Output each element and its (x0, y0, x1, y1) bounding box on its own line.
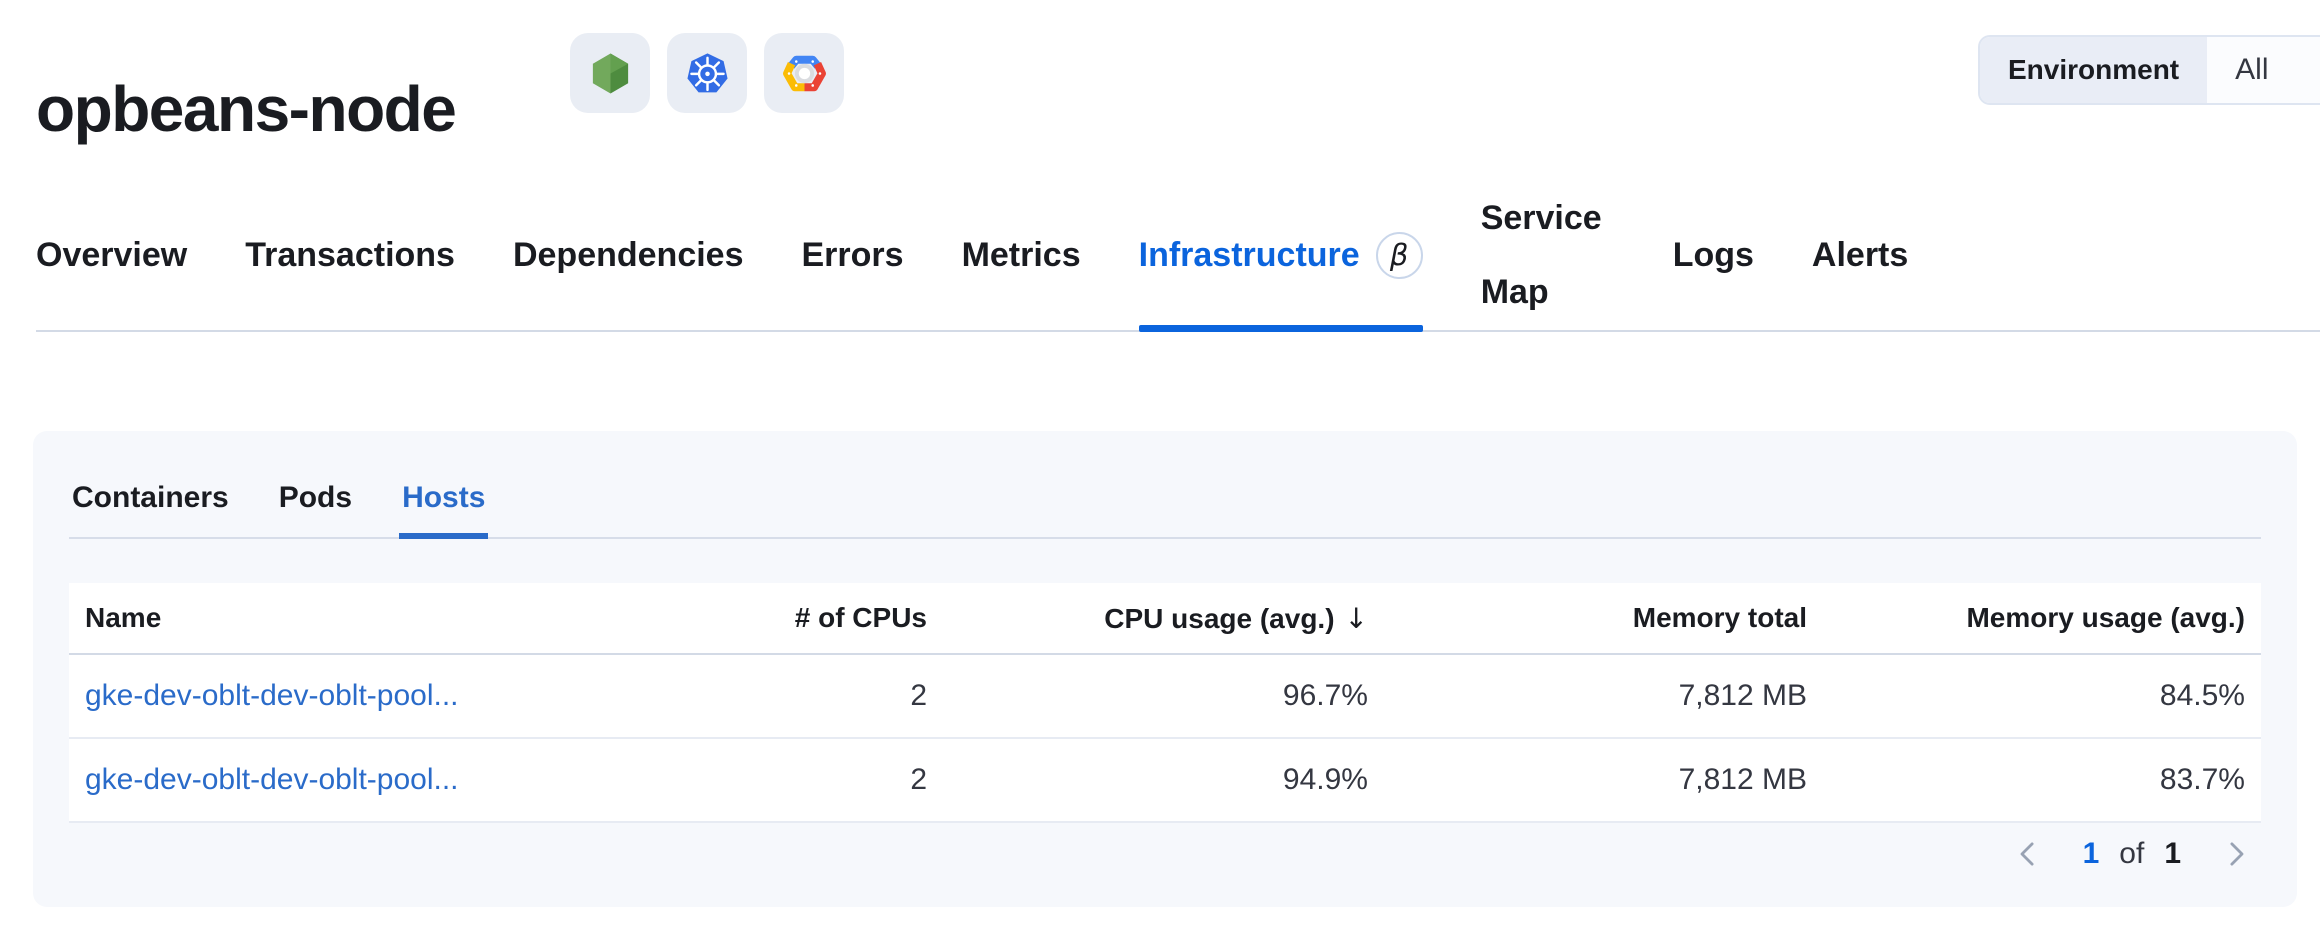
tab-dependencies[interactable]: Dependencies (513, 180, 744, 330)
subtab-containers[interactable]: Containers (69, 481, 232, 537)
infra-sub-tabs: Containers Pods Hosts (69, 481, 2261, 537)
tab-service-map[interactable]: Service Map (1481, 180, 1615, 330)
tab-errors[interactable]: Errors (802, 180, 904, 330)
gcp-icon (764, 33, 844, 113)
cell-cpu-usage: 94.9% (943, 763, 1384, 797)
current-page[interactable]: 1 (2083, 837, 2100, 871)
infrastructure-panel: Containers Pods Hosts Name # of CPUs CPU… (33, 431, 2297, 907)
pagination: 1 of 1 (69, 837, 2261, 871)
next-page-icon[interactable] (2221, 839, 2251, 869)
column-header-name[interactable]: Name (69, 602, 643, 634)
cell-memory-total: 7,812 MB (1384, 763, 1823, 797)
column-header-cpu-usage-label: CPU usage (avg.) (1104, 603, 1334, 634)
cell-cpus: 2 (643, 679, 943, 713)
tab-transactions-label: Transactions (245, 236, 455, 275)
host-link[interactable]: gke-dev-oblt-dev-oblt-pool... (85, 679, 459, 712)
tab-logs-label: Logs (1673, 236, 1754, 275)
page-of-label: of (2119, 837, 2144, 871)
tab-errors-label: Errors (802, 236, 904, 275)
subtab-pods[interactable]: Pods (276, 481, 355, 537)
cell-cpu-usage: 96.7% (943, 679, 1384, 713)
tab-alerts[interactable]: Alerts (1812, 180, 1908, 330)
nodejs-icon (570, 33, 650, 113)
tab-dependencies-label: Dependencies (513, 236, 744, 275)
subtab-divider (69, 537, 2261, 539)
service-nav-tabs: Overview Transactions Dependencies Error… (36, 180, 2320, 332)
tab-infrastructure[interactable]: Infrastructure β (1139, 180, 1423, 330)
column-header-memory-total[interactable]: Memory total (1384, 602, 1823, 634)
total-pages: 1 (2164, 837, 2181, 871)
sort-desc-icon: ↓ (1345, 602, 1368, 635)
tab-transactions[interactable]: Transactions (245, 180, 455, 330)
page-title: opbeans-node (36, 73, 455, 147)
table-row: gke-dev-oblt-dev-oblt-pool... 2 94.9% 7,… (69, 739, 2261, 823)
tab-overview[interactable]: Overview (36, 180, 187, 330)
tab-metrics[interactable]: Metrics (962, 180, 1081, 330)
tab-service-map-label: Service Map (1481, 181, 1615, 329)
tab-infrastructure-label: Infrastructure (1139, 236, 1360, 275)
cell-memory-usage: 84.5% (1823, 679, 2261, 713)
table-row: gke-dev-oblt-dev-oblt-pool... 2 96.7% 7,… (69, 655, 2261, 739)
hosts-table-header: Name # of CPUs CPU usage (avg.) ↓ Memory … (69, 583, 2261, 655)
cell-memory-total: 7,812 MB (1384, 679, 1823, 713)
beta-badge-icon: β (1376, 232, 1423, 279)
cell-cpus: 2 (643, 763, 943, 797)
cell-memory-usage: 83.7% (1823, 763, 2261, 797)
page-numbers: 1 of 1 (2083, 837, 2181, 871)
kubernetes-icon (667, 33, 747, 113)
agent-icon-badges (570, 33, 844, 113)
column-header-cpu-usage[interactable]: CPU usage (avg.) ↓ (943, 602, 1384, 635)
hosts-table: Name # of CPUs CPU usage (avg.) ↓ Memory … (69, 583, 2261, 823)
environment-filter: Environment All (1978, 35, 2320, 105)
tab-metrics-label: Metrics (962, 236, 1081, 275)
host-link[interactable]: gke-dev-oblt-dev-oblt-pool... (85, 763, 459, 796)
environment-filter-label: Environment (1980, 37, 2207, 103)
column-header-cpus[interactable]: # of CPUs (643, 602, 943, 634)
subtab-hosts[interactable]: Hosts (399, 481, 488, 537)
previous-page-icon[interactable] (2013, 839, 2043, 869)
tab-alerts-label: Alerts (1812, 236, 1908, 275)
column-header-memory-usage[interactable]: Memory usage (avg.) (1823, 602, 2261, 634)
environment-filter-value[interactable]: All (2207, 37, 2296, 103)
tab-overview-label: Overview (36, 236, 187, 275)
tab-logs[interactable]: Logs (1673, 180, 1754, 330)
